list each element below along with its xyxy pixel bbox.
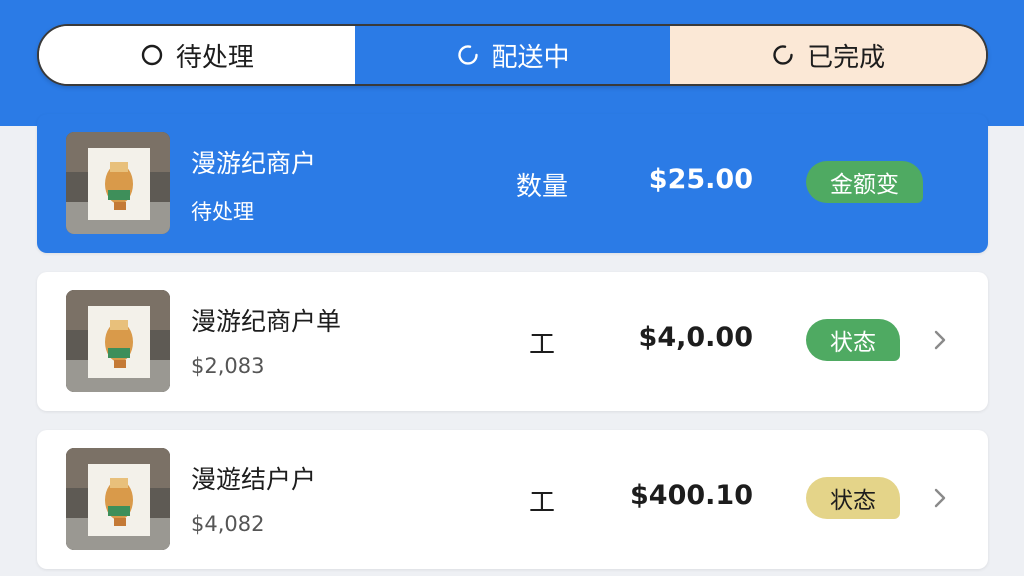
loading-icon	[456, 43, 480, 67]
merchant-name: 漫遊结户户	[191, 465, 317, 494]
status-badge[interactable]: 状态	[806, 477, 900, 519]
merchant-name: 漫游纪商户	[191, 149, 317, 178]
order-subline: 待处理	[191, 200, 254, 224]
tab-pending[interactable]: 待处理	[39, 26, 355, 84]
chevron-right-icon[interactable]	[930, 484, 950, 512]
status-tabs: 待处理 配送中 已完成	[37, 24, 988, 86]
tab-label: 待处理	[175, 42, 254, 73]
order-card[interactable]: 漫遊结户户 $4,082 工 $400.10 状态	[37, 430, 988, 569]
status-badge[interactable]: 金额变	[806, 161, 923, 203]
circle-icon	[140, 43, 164, 67]
product-thumbnail	[66, 448, 170, 550]
tab-completed[interactable]: 已完成	[670, 26, 986, 84]
order-amount: $25.00	[648, 164, 753, 195]
chevron-right-icon[interactable]	[930, 326, 950, 354]
quantity-label: 数量	[515, 172, 568, 202]
order-amount: $4,0.00	[638, 322, 753, 353]
tab-delivering[interactable]: 配送中	[354, 26, 671, 84]
order-amount: $400.10	[630, 480, 753, 511]
merchant-name: 漫游纪商户单	[191, 307, 342, 336]
loading-icon	[771, 43, 795, 67]
tab-label: 已完成	[807, 42, 886, 73]
product-thumbnail	[66, 132, 170, 234]
order-card[interactable]: 漫游纪商户单 $2,083 工 $4,0.00 状态	[37, 272, 988, 411]
order-card[interactable]: 漫游纪商户 待处理 数量 $25.00 金额变	[37, 114, 988, 253]
product-thumbnail	[66, 290, 170, 392]
quantity-label: 工	[528, 488, 555, 518]
tab-label: 配送中	[491, 42, 570, 73]
order-subline: $4,082	[191, 512, 265, 536]
status-badge[interactable]: 状态	[806, 319, 900, 361]
order-subline: $2,083	[191, 354, 265, 378]
quantity-label: 工	[528, 330, 555, 360]
